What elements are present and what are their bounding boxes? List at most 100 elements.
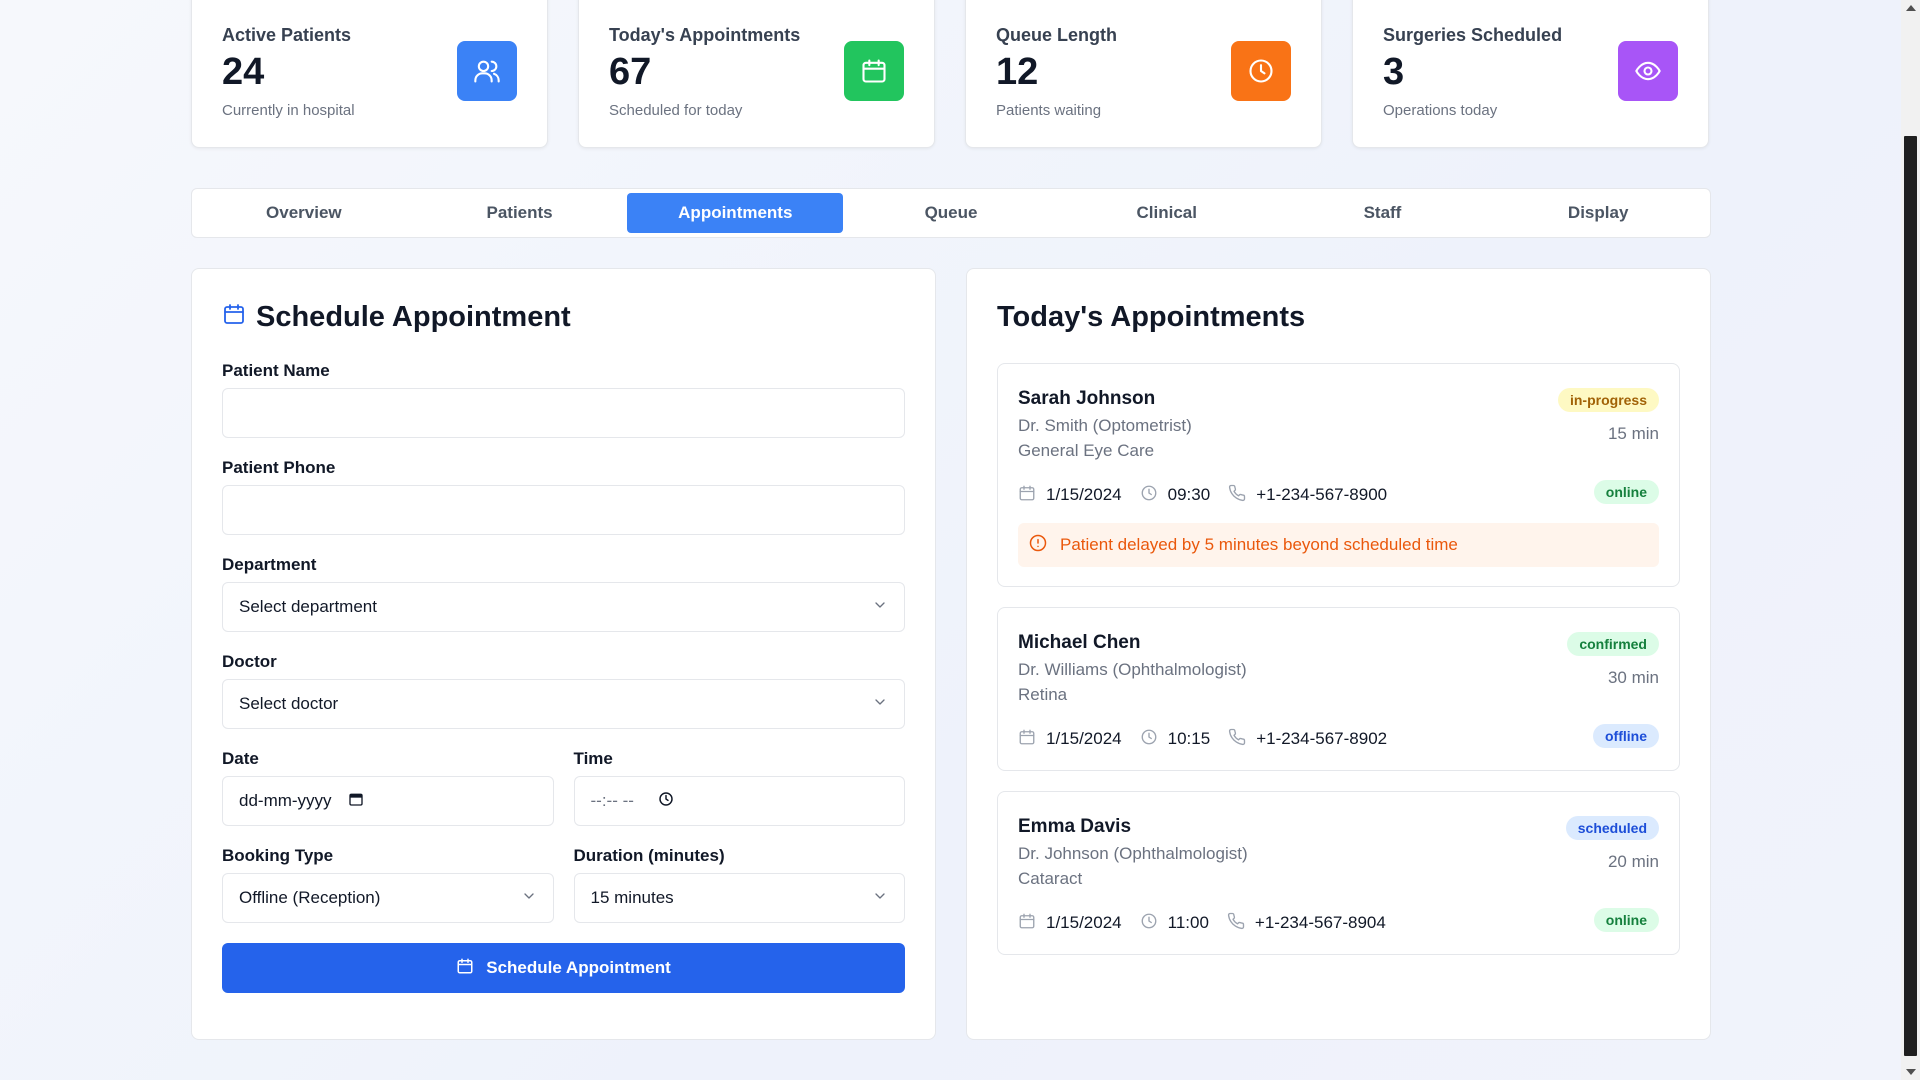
time-label: Time	[573, 749, 613, 768]
tab-patients[interactable]: Patients	[412, 193, 628, 233]
date-field: Date dd-mm-yyyy	[222, 749, 554, 826]
clock-icon	[1140, 912, 1158, 935]
date-input-value: dd-mm-yyyy	[239, 791, 332, 810]
schedule-panel-title-text: Schedule Appointment	[256, 300, 571, 333]
stat-card-active-patients: Active Patients 24 Currently in hospital	[191, 0, 548, 148]
time-input[interactable]: --:-- --	[573, 776, 905, 826]
appointment-department: Retina	[1018, 685, 1068, 704]
doctor-select[interactable]: Select doctor	[222, 679, 905, 729]
status-badge: confirmed	[1567, 632, 1659, 656]
patient-phone-label: Patient Phone	[222, 458, 336, 477]
todays-appointments-panel: Today's Appointments Sarah Johnson Dr. S…	[966, 268, 1711, 1040]
booking-mode-badge: online	[1593, 480, 1659, 504]
appointment-card[interactable]: Sarah Johnson Dr. Smith (Optometrist) Ge…	[997, 363, 1680, 587]
tab-display[interactable]: Display	[1490, 193, 1706, 233]
schedule-panel-title: Schedule Appointment	[222, 299, 905, 335]
appointment-time-text: 10:15	[1167, 729, 1211, 748]
duration-select[interactable]: 15 minutes	[573, 873, 905, 923]
booking-mode-badge: online	[1593, 908, 1659, 932]
appointment-time: 11:00	[1140, 912, 1209, 935]
delay-alert: Patient delayed by 5 minutes beyond sche…	[1018, 523, 1659, 567]
appointment-time-text: 11:00	[1167, 913, 1209, 932]
appointment-card[interactable]: Michael Chen Dr. Williams (Ophthalmologi…	[997, 607, 1680, 771]
calendar-icon	[1018, 728, 1036, 751]
appointment-department: General Eye Care	[1018, 441, 1155, 460]
clock-picker-icon[interactable]	[658, 791, 674, 812]
calendar-icon	[1018, 912, 1036, 935]
status-badge: scheduled	[1565, 816, 1659, 840]
appointment-card[interactable]: Emma Davis Dr. Johnson (Ophthalmologist)…	[997, 791, 1680, 955]
appointment-date-text: 1/15/2024	[1046, 485, 1122, 504]
appointment-doctor: Dr. Johnson (Ophthalmologist)	[1018, 844, 1248, 863]
status-badge: in-progress	[1557, 388, 1659, 412]
patient-name-input[interactable]	[222, 388, 905, 438]
appointment-duration: 20 min	[1607, 852, 1659, 871]
appointment-patient-name: Michael Chen	[1018, 632, 1141, 653]
stat-subtitle: Operations today	[1383, 102, 1498, 119]
patient-name-label: Patient Name	[222, 361, 330, 380]
main-tabs: Overview Patients Appointments Queue Cli…	[191, 188, 1711, 238]
chevron-down-icon	[872, 597, 888, 618]
calendar-picker-icon[interactable]	[348, 791, 364, 812]
appointment-date: 1/15/2024	[1018, 484, 1122, 507]
clock-icon	[1140, 484, 1158, 507]
tab-clinical[interactable]: Clinical	[1059, 193, 1275, 233]
appointment-time-text: 09:30	[1167, 485, 1211, 504]
time-input-value: --:-- --	[590, 791, 634, 810]
tab-queue[interactable]: Queue	[843, 193, 1059, 233]
appointment-phone: +1-234-567-8900	[1228, 484, 1387, 507]
appointment-meta: 1/15/2024 10:15 +1-234-567-8902	[1018, 725, 1659, 753]
patient-name-field: Patient Name	[222, 361, 905, 438]
appointment-meta: 1/15/2024 09:30 +1-234-567-8900	[1018, 481, 1659, 509]
stat-card-todays-appointments: Today's Appointments 67 Scheduled for to…	[578, 0, 935, 148]
department-label: Department	[222, 555, 317, 574]
stats-row: Active Patients 24 Currently in hospital…	[191, 0, 1711, 148]
scrollbar-thumb[interactable]	[1904, 136, 1917, 1056]
appointment-duration: 30 min	[1607, 668, 1659, 687]
stat-subtitle: Patients waiting	[996, 102, 1102, 119]
appointment-time: 10:15	[1140, 728, 1211, 751]
appointment-date-text: 1/15/2024	[1046, 913, 1122, 932]
appointments-panel-title: Today's Appointments	[997, 300, 1306, 333]
appointment-phone-text: +1-234-567-8904	[1254, 913, 1386, 932]
calendar-icon	[456, 957, 474, 980]
page-scrollbar[interactable]	[1901, 0, 1920, 1080]
booking-type-label: Booking Type	[222, 846, 334, 865]
appointment-date: 1/15/2024	[1018, 728, 1122, 751]
doctor-label: Doctor	[222, 652, 277, 671]
calendar-icon	[222, 301, 246, 334]
department-select[interactable]: Select department	[222, 582, 905, 632]
booking-type-select[interactable]: Offline (Reception)	[222, 873, 554, 923]
scroll-down-arrow-icon[interactable]	[1906, 1069, 1916, 1075]
duration-field: Duration (minutes) 15 minutes	[573, 846, 905, 923]
patient-phone-field: Patient Phone	[222, 458, 905, 535]
appointment-phone: +1-234-567-8902	[1228, 728, 1387, 751]
chevron-down-icon	[521, 888, 537, 909]
duration-value: 15 minutes	[590, 888, 674, 907]
tab-overview[interactable]: Overview	[196, 193, 412, 233]
department-select-value: Select department	[239, 597, 377, 616]
alert-circle-icon	[1028, 533, 1048, 558]
date-label: Date	[222, 749, 259, 768]
time-field: Time --:-- --	[573, 749, 905, 826]
appointment-phone-text: +1-234-567-8900	[1256, 485, 1388, 504]
phone-icon	[1227, 912, 1245, 935]
schedule-appointment-button[interactable]: Schedule Appointment	[222, 943, 905, 993]
tab-staff[interactable]: Staff	[1275, 193, 1491, 233]
schedule-appointment-panel: Schedule Appointment Patient Name Patien…	[191, 268, 936, 1040]
date-time-row: Date dd-mm-yyyy Time --:-- --	[222, 749, 905, 826]
booking-duration-row: Booking Type Offline (Reception) Duratio…	[222, 846, 905, 923]
chevron-down-icon	[872, 888, 888, 909]
stat-subtitle: Currently in hospital	[222, 102, 355, 119]
appointment-doctor: Dr. Williams (Ophthalmologist)	[1018, 660, 1247, 679]
patient-phone-input[interactable]	[222, 485, 905, 535]
scroll-up-arrow-icon[interactable]	[1906, 5, 1916, 11]
tab-appointments[interactable]: Appointments	[627, 193, 844, 233]
page: Active Patients 24 Currently in hospital…	[0, 0, 1901, 1080]
users-icon	[457, 41, 517, 101]
appointment-date-text: 1/15/2024	[1046, 729, 1122, 748]
stat-subtitle: Scheduled for today	[609, 102, 743, 119]
appointment-patient-name: Emma Davis	[1018, 816, 1132, 837]
date-input[interactable]: dd-mm-yyyy	[222, 776, 554, 826]
delay-alert-text: Patient delayed by 5 minutes beyond sche…	[1060, 535, 1458, 554]
